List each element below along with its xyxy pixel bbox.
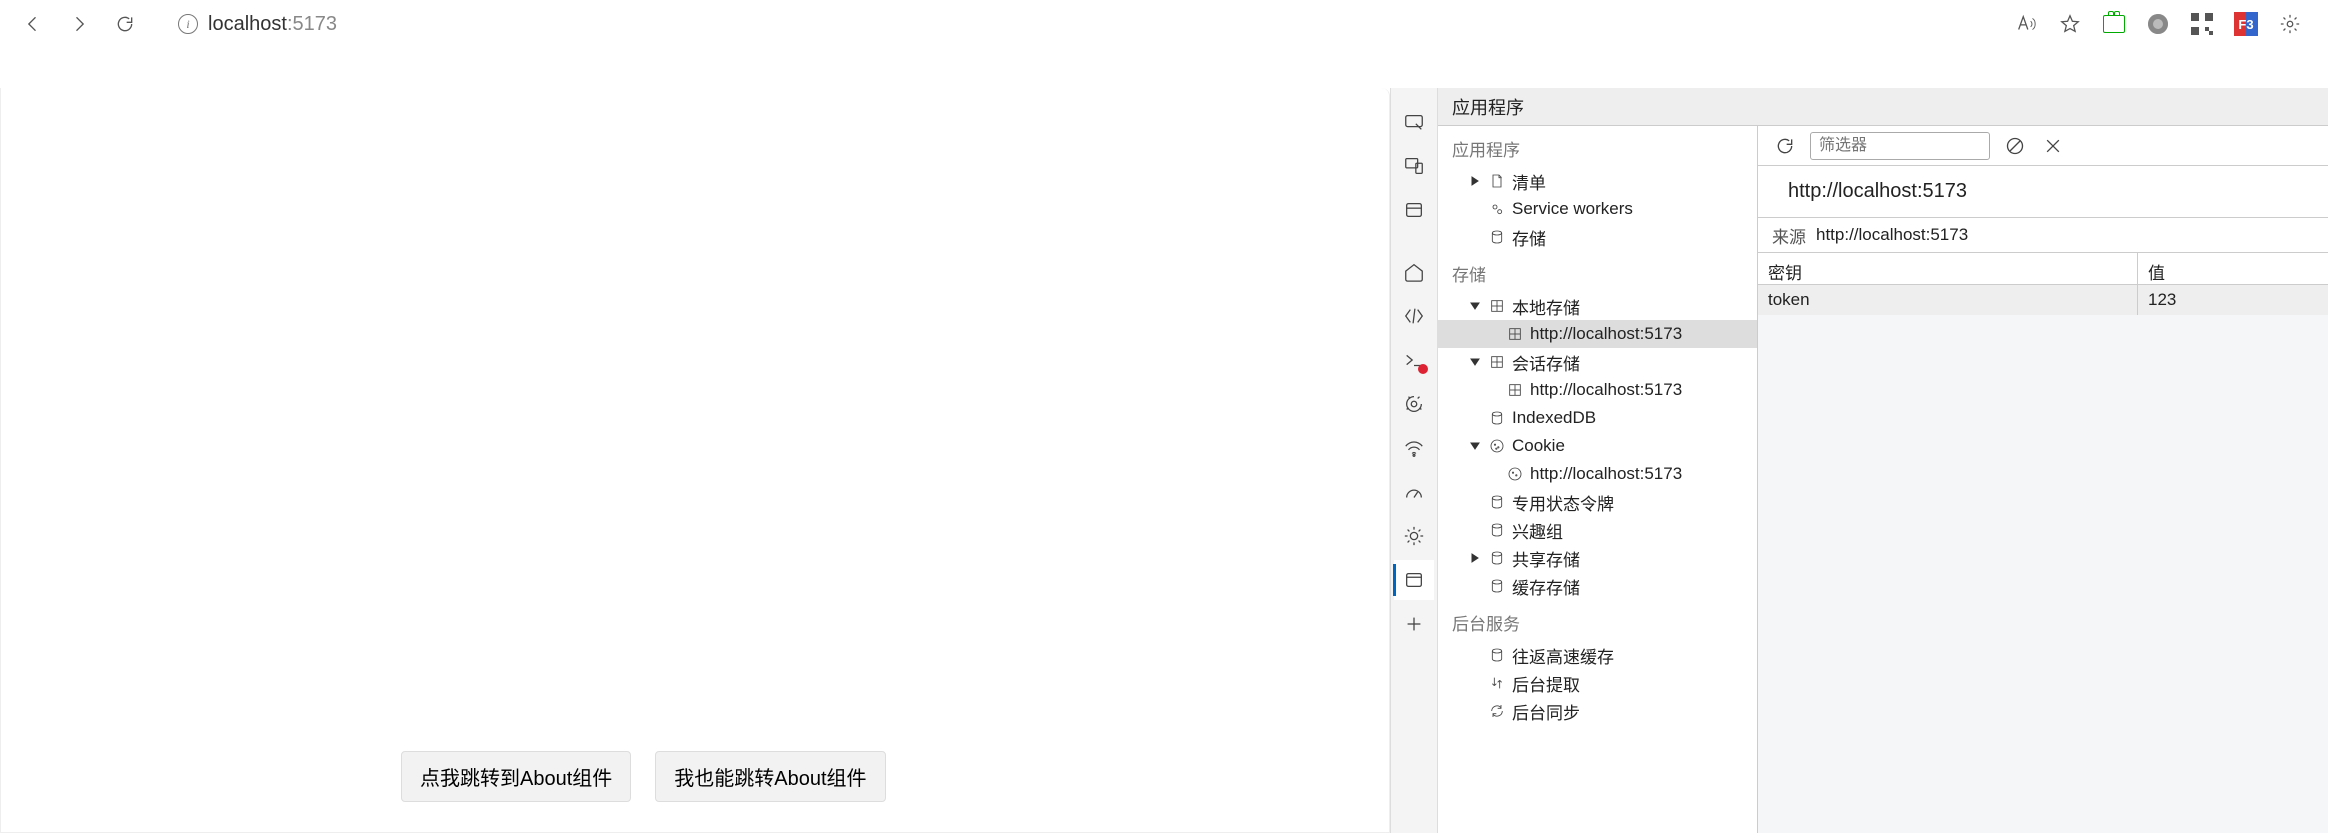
- page-viewport: 点我跳转到About组件 我也能跳转About组件: [0, 88, 1390, 833]
- storage-origin-row: 来源 http://localhost:5173: [1758, 217, 2328, 253]
- database-icon: [1488, 549, 1506, 567]
- page-buttons: 点我跳转到About组件 我也能跳转About组件: [401, 751, 886, 802]
- tree-section-bg: 后台服务: [1438, 600, 1757, 641]
- kv-row[interactable]: token 123: [1758, 285, 2328, 315]
- tree-cache-storage[interactable]: 缓存存储: [1438, 572, 1757, 600]
- grid-icon: [1488, 297, 1506, 315]
- tree-shared-storage[interactable]: 共享存储: [1438, 544, 1757, 572]
- tree-bg-fetch[interactable]: 后台提取: [1438, 669, 1757, 697]
- database-icon: [1488, 646, 1506, 664]
- tree-cookie-origin[interactable]: http://localhost:5173: [1438, 460, 1757, 488]
- kv-key[interactable]: token: [1758, 285, 2138, 315]
- database-icon: [1488, 577, 1506, 595]
- kv-empty-area[interactable]: [1758, 315, 2328, 833]
- database-icon: [1488, 228, 1506, 246]
- cookie-icon: [1506, 465, 1524, 483]
- device-toggle-icon[interactable]: [1394, 146, 1434, 186]
- tree-local-storage[interactable]: 本地存储: [1438, 292, 1757, 320]
- site-info-icon[interactable]: i: [178, 14, 198, 34]
- storage-detail-pane: http://localhost:5173 来源 http://localhos…: [1758, 126, 2328, 833]
- grid-icon: [1506, 381, 1524, 399]
- browser-toolbar: i localhost:5173 F3: [0, 0, 2328, 48]
- network-icon[interactable]: [1394, 428, 1434, 468]
- address-port: :5173: [287, 13, 337, 35]
- extension-circle-icon[interactable]: [2142, 8, 2174, 40]
- sync-icon: [1488, 702, 1506, 720]
- more-tabs-icon[interactable]: [1394, 604, 1434, 644]
- memory-icon[interactable]: [1394, 516, 1434, 556]
- tree-section-storage: 存储: [1438, 251, 1757, 292]
- delete-button[interactable]: [2040, 133, 2066, 159]
- reload-button[interactable]: [104, 3, 146, 45]
- about-button-1[interactable]: 点我跳转到About组件: [401, 751, 631, 802]
- devtools-dock: [1390, 88, 1438, 833]
- tree-trust-tokens[interactable]: 专用状态令牌: [1438, 488, 1757, 516]
- storage-origin-title: http://localhost:5173: [1758, 166, 2328, 217]
- panel-icon[interactable]: [1394, 190, 1434, 230]
- database-icon: [1488, 409, 1506, 427]
- about-button-2[interactable]: 我也能跳转About组件: [655, 751, 885, 802]
- updown-icon: [1488, 674, 1506, 692]
- address-text: localhost:5173: [208, 13, 337, 36]
- back-button[interactable]: [12, 3, 54, 45]
- inspect-icon[interactable]: [1394, 102, 1434, 142]
- tree-section-app: 应用程序: [1438, 126, 1757, 167]
- tree-local-storage-origin[interactable]: http://localhost:5173: [1438, 320, 1757, 348]
- tree-manifest[interactable]: 清单: [1438, 167, 1757, 195]
- grid-icon: [1488, 353, 1506, 371]
- gears-icon: [1488, 200, 1506, 218]
- kv-value[interactable]: 123: [2138, 285, 2328, 315]
- tree-session-storage-origin[interactable]: http://localhost:5173: [1438, 376, 1757, 404]
- extension-f3-icon[interactable]: F3: [2230, 8, 2262, 40]
- tree-bg-sync[interactable]: 后台同步: [1438, 697, 1757, 725]
- devtools-tab-application[interactable]: 应用程序: [1452, 94, 1524, 120]
- clear-all-button[interactable]: [2002, 133, 2028, 159]
- col-key-header[interactable]: 密钥: [1758, 253, 2138, 284]
- extension-qr-icon[interactable]: [2186, 8, 2218, 40]
- console-icon[interactable]: [1394, 340, 1434, 380]
- origin-value: http://localhost:5173: [1816, 225, 1968, 245]
- toolbar-right-icons: F3: [2010, 8, 2316, 40]
- tree-service-workers[interactable]: Service workers: [1438, 195, 1757, 223]
- tree-interest-groups[interactable]: 兴趣组: [1438, 516, 1757, 544]
- application-tree: 应用程序 清单 Service workers 存储 存储 本地存储 http:…: [1438, 126, 1758, 833]
- workspace: 点我跳转到About组件 我也能跳转About组件 应用程序 应用程序 清单 S…: [0, 48, 2328, 833]
- tree-cookie[interactable]: Cookie: [1438, 432, 1757, 460]
- devtools-tabbar: 应用程序: [1438, 88, 2328, 126]
- database-icon: [1488, 521, 1506, 539]
- storage-toolbar: [1758, 126, 2328, 166]
- refresh-button[interactable]: [1772, 133, 1798, 159]
- forward-button[interactable]: [58, 3, 100, 45]
- console-error-dot: [1418, 364, 1428, 374]
- application-icon[interactable]: [1394, 560, 1434, 600]
- database-icon: [1488, 493, 1506, 511]
- address-host: localhost: [208, 13, 287, 35]
- performance-icon[interactable]: [1394, 472, 1434, 512]
- tree-session-storage[interactable]: 会话存储: [1438, 348, 1757, 376]
- tree-bf-cache[interactable]: 往返高速缓存: [1438, 641, 1757, 669]
- sources-icon[interactable]: [1394, 384, 1434, 424]
- welcome-icon[interactable]: [1394, 252, 1434, 292]
- settings-gear-icon[interactable]: [2274, 8, 2306, 40]
- filter-input[interactable]: [1810, 132, 1990, 160]
- file-icon: [1488, 172, 1506, 190]
- kv-column-headers: 密钥 值: [1758, 253, 2328, 285]
- cookie-icon: [1488, 437, 1506, 455]
- read-aloud-icon[interactable]: [2010, 8, 2042, 40]
- devtools-panel: 应用程序 应用程序 清单 Service workers 存储 存储 本地存储 …: [1438, 88, 2328, 833]
- col-val-header[interactable]: 值: [2138, 253, 2328, 284]
- grid-icon: [1506, 325, 1524, 343]
- elements-icon[interactable]: [1394, 296, 1434, 336]
- tree-storage[interactable]: 存储: [1438, 223, 1757, 251]
- address-bar[interactable]: i localhost:5173: [164, 5, 424, 43]
- origin-label: 来源: [1772, 223, 1806, 248]
- extension-green-icon[interactable]: [2098, 8, 2130, 40]
- tree-indexeddb[interactable]: IndexedDB: [1438, 404, 1757, 432]
- favorite-icon[interactable]: [2054, 8, 2086, 40]
